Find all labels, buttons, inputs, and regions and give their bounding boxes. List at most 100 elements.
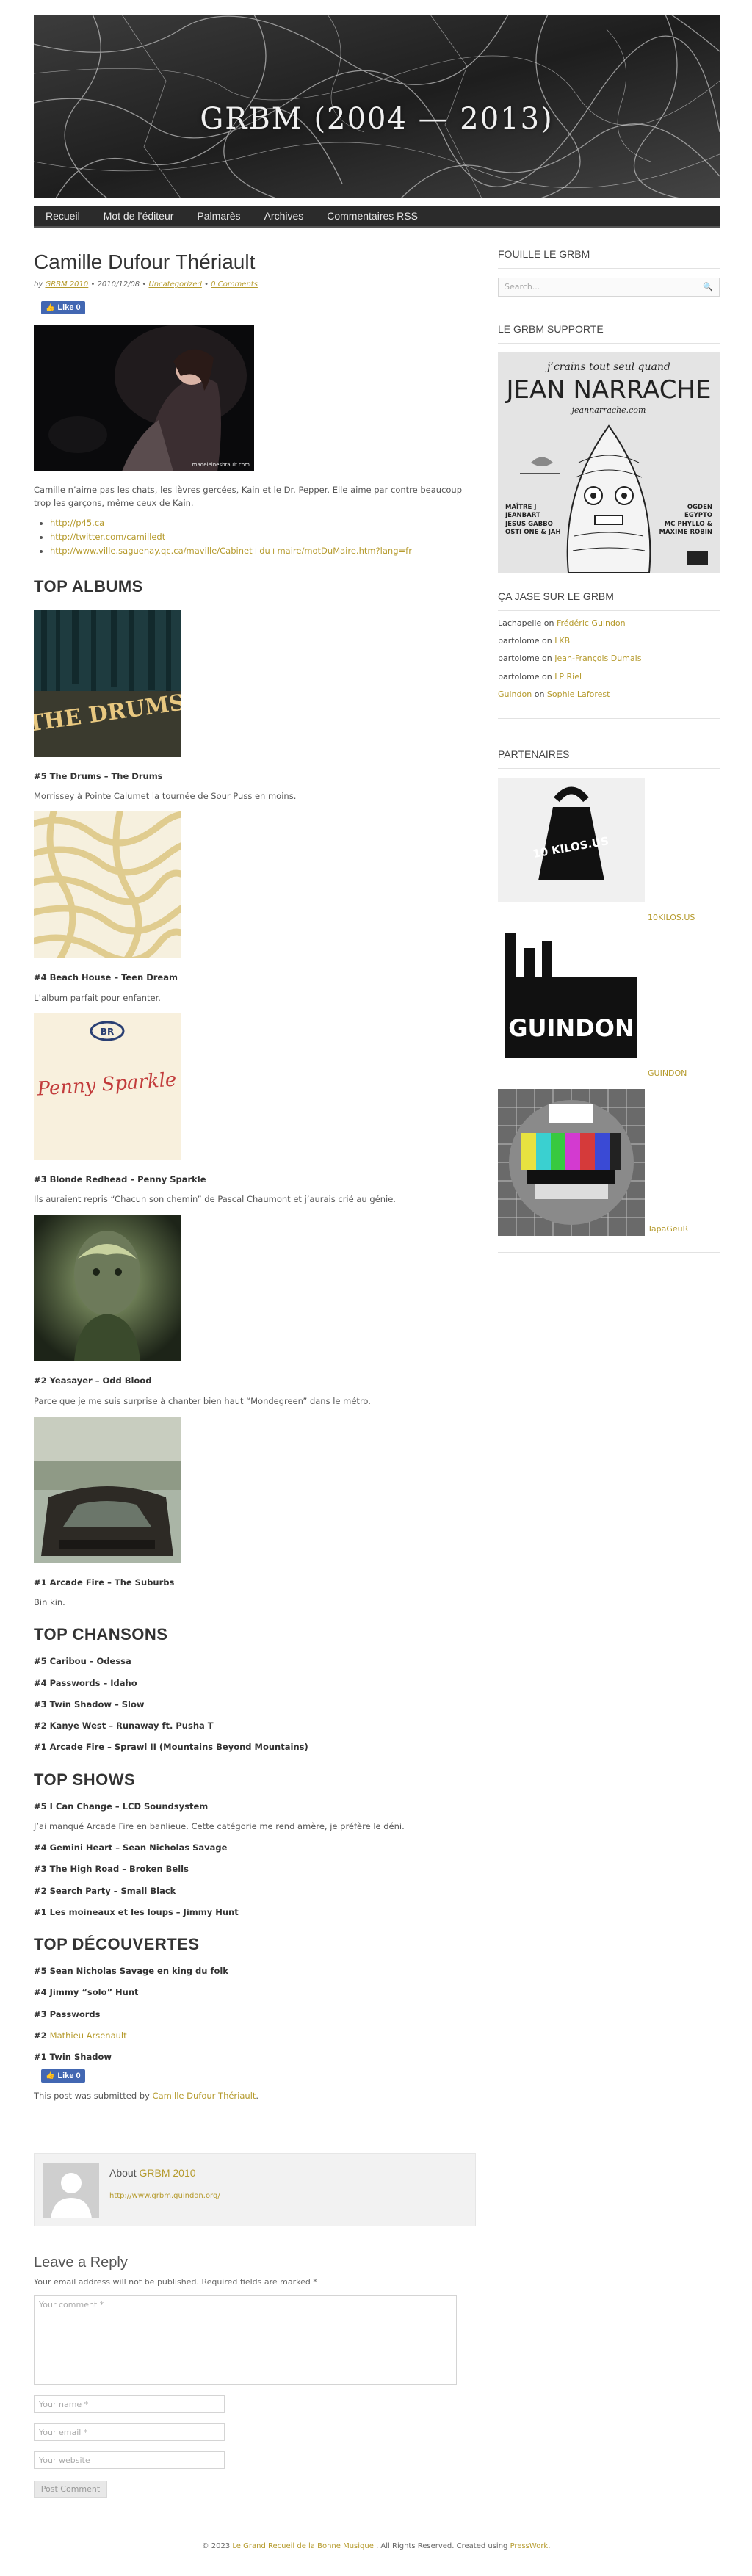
show-item: #4 Gemini Heart – Sean Nicholas Savage [34,1842,228,1853]
author-url-link[interactable]: http://www.grbm.guindon.org/ [109,2190,220,2201]
test-pattern-logo [498,1088,645,1236]
poster-art: j’crains tout seul quand JEAN NARRACHE j… [498,352,720,573]
song-item: #5 Caribou – Odessa [34,1656,131,1667]
partner-link-guindon[interactable]: GUINDON [648,1068,687,1080]
partner-link-10kilos[interactable]: 10KILOS.US [648,912,695,925]
link-saguenay[interactable]: http://www.ville.saguenay.qc.ca/maville/… [50,546,412,556]
album-desc: Parce que je me suis surprise à chanter … [34,1395,371,1406]
submitted-prefix: This post was submitted by [34,2090,153,2101]
list-item: bartolome on LP Riel [498,672,720,681]
link-twitter[interactable]: http://twitter.com/camilledt [50,532,165,542]
meta-sep: • [201,280,212,289]
album-desc: L’album parfait pour enfanter. [34,992,161,1003]
drums-art: THE DRUMS [34,609,181,757]
discovery-item: #2 Mathieu Arsenault [34,2030,476,2042]
discovery-item: #3 Passwords [34,2008,101,2019]
show-item: #5 I Can Change – LCD Soundsystem [34,1801,209,1812]
poster-name-line: MC PHYLLO & [664,520,712,528]
partner-guindon[interactable]: GUINDON GUINDON [498,933,720,1080]
post-title[interactable]: Camille Dufour Thériault [34,250,476,275]
facebook-like-button-bottom[interactable]: 👍 Like 0 [41,2069,85,2083]
meta-date: • 2010/12/08 • [88,280,149,289]
partner-10kilos[interactable]: 10 KILOS.US 10KILOS.US [498,777,720,925]
list-item: http://twitter.com/camilledt [50,530,476,544]
search-input[interactable]: Search... 🔍 [498,278,720,297]
thumbs-up-icon: 👍 [46,303,55,312]
song-item: #4 Passwords – Idaho [34,1677,137,1688]
nav-item-archives[interactable]: Archives [264,209,304,224]
post-comment-button[interactable]: Post Comment [34,2481,107,2498]
recent-comments-title: ÇA JASE SUR LE GRBM [498,589,720,611]
poster-name-line: JEANBART [505,512,540,520]
site-title[interactable]: GRBM (2004 — 2013) [34,97,720,141]
sidebar: FOUILLE LE GRBM Search... 🔍 LE GRBM SUPP… [498,247,720,1253]
kettlebell-logo: 10 KILOS.US [498,777,645,902]
post-links: http://p45.ca http://twitter.com/camille… [50,516,476,558]
comment-post-link[interactable]: Jean-François Dumais [554,654,641,663]
website-field[interactable]: Your website [34,2451,225,2469]
album-desc: Ils auraient repris “Chacun son chemin” … [34,1194,396,1205]
comment-on: on [539,636,555,646]
meta-author-link[interactable]: GRBM 2010 [45,281,88,289]
meta-comments-link[interactable]: 0 Comments [211,281,258,289]
footer-theme-link[interactable]: PressWork [510,2542,549,2550]
comment-post-link[interactable]: Frédéric Guindon [557,618,626,628]
discovery-item: #5 Sean Nicholas Savage en king du folk [34,1966,228,1977]
nav-item-recueil[interactable]: Recueil [46,209,80,224]
facebook-like-button[interactable]: 👍 Like 0 [41,301,85,315]
albums-heading: TOP ALBUMS [34,576,143,596]
show-item: #3 The High Road – Broken Bells [34,1864,189,1875]
suburbs-art [34,1416,181,1563]
submitted-author-link[interactable]: Camille Dufour Thériault [153,2091,256,2101]
album-art-odd-blood [34,1215,181,1362]
author-box: About GRBM 2010 http://www.grbm.guindon.… [34,2153,476,2226]
poster-top-line: j’crains tout seul quand [545,361,670,373]
song-item: #3 Twin Shadow – Slow [34,1698,145,1710]
nav-item-palmares[interactable]: Palmarès [197,209,240,224]
sidebar-divider [498,1251,720,1253]
jean-narrache-poster[interactable]: j’crains tout seul quand JEAN NARRACHE j… [498,352,720,573]
comment-on: on [539,671,555,681]
poster-name-line: JESUS GABBO [505,520,553,528]
partner-tapageur[interactable]: TapaGeuR [498,1088,720,1236]
poster-name-line: MAXIME ROBIN [659,529,712,537]
comment-textarea[interactable]: Your comment * [34,2295,457,2385]
thumbs-up-icon: 👍 [46,2072,55,2080]
album-art-drums: THE DRUMS [34,609,181,757]
shows-list: #5 I Can Change – LCD Soundsystem J’ai m… [34,1801,476,1920]
album-art-the-suburbs [34,1416,181,1563]
song-item: #1 Arcade Fire – Sprawl II (Mountains Be… [34,1742,308,1753]
link-p45[interactable]: http://p45.ca [50,518,104,528]
poster-name-line: OGDEN [687,504,712,511]
comment-on: on [539,654,555,664]
email-field[interactable]: Your email * [34,2423,225,2441]
list-item: Lachapelle on Frédéric Guindon [498,618,720,628]
site-banner[interactable]: GRBM (2004 — 2013) [34,15,720,198]
comment-post-link[interactable]: Sophie Laforest [547,690,610,699]
nav-item-editeur[interactable]: Mot de l’éditeur [104,209,174,224]
comment-post-link[interactable]: LP Riel [554,672,582,681]
list-item: Guindon on Sophie Laforest [498,690,720,699]
search-icon[interactable]: 🔍 [703,281,713,294]
meta-category-link[interactable]: Uncategorized [148,281,201,289]
guindon-logo: GUINDON [498,933,645,1066]
author-name-link[interactable]: GRBM 2010 [139,2167,195,2179]
nav-item-rss[interactable]: Commentaires RSS [327,209,418,224]
poster-name-line: MAÎTRE J [505,504,537,511]
avatar [43,2163,99,2218]
discovery-link[interactable]: Mathieu Arsenault [50,2030,127,2041]
reply-note: Your email address will not be published… [34,2277,317,2287]
partner-link-tapageur[interactable]: TapaGeuR [648,1223,688,1236]
page: GRBM (2004 — 2013) Recueil Mot de l’édit… [0,0,752,2576]
author-about: About GRBM 2010 [109,2166,196,2181]
album-title: #3 Blonde Redhead – Penny Sparkle [34,1173,206,1184]
comment-author-link[interactable]: Guindon [498,690,532,699]
album-desc: Bin kin. [34,1597,65,1608]
footer-site-link[interactable]: Le Grand Recueil de la Bonne Musique [232,2542,374,2550]
name-field[interactable]: Your name * [34,2395,225,2413]
comment-post-link[interactable]: LKB [554,636,570,645]
footer-prefix: © 2023 [201,2542,233,2550]
show-item: #1 Les moineaux et les loups – Jimmy Hun… [34,1906,239,1917]
portrait-photo: madeleinesbrault.com [34,325,254,472]
album-art-penny-sparkle: BR Penny Sparkle [34,1013,181,1160]
